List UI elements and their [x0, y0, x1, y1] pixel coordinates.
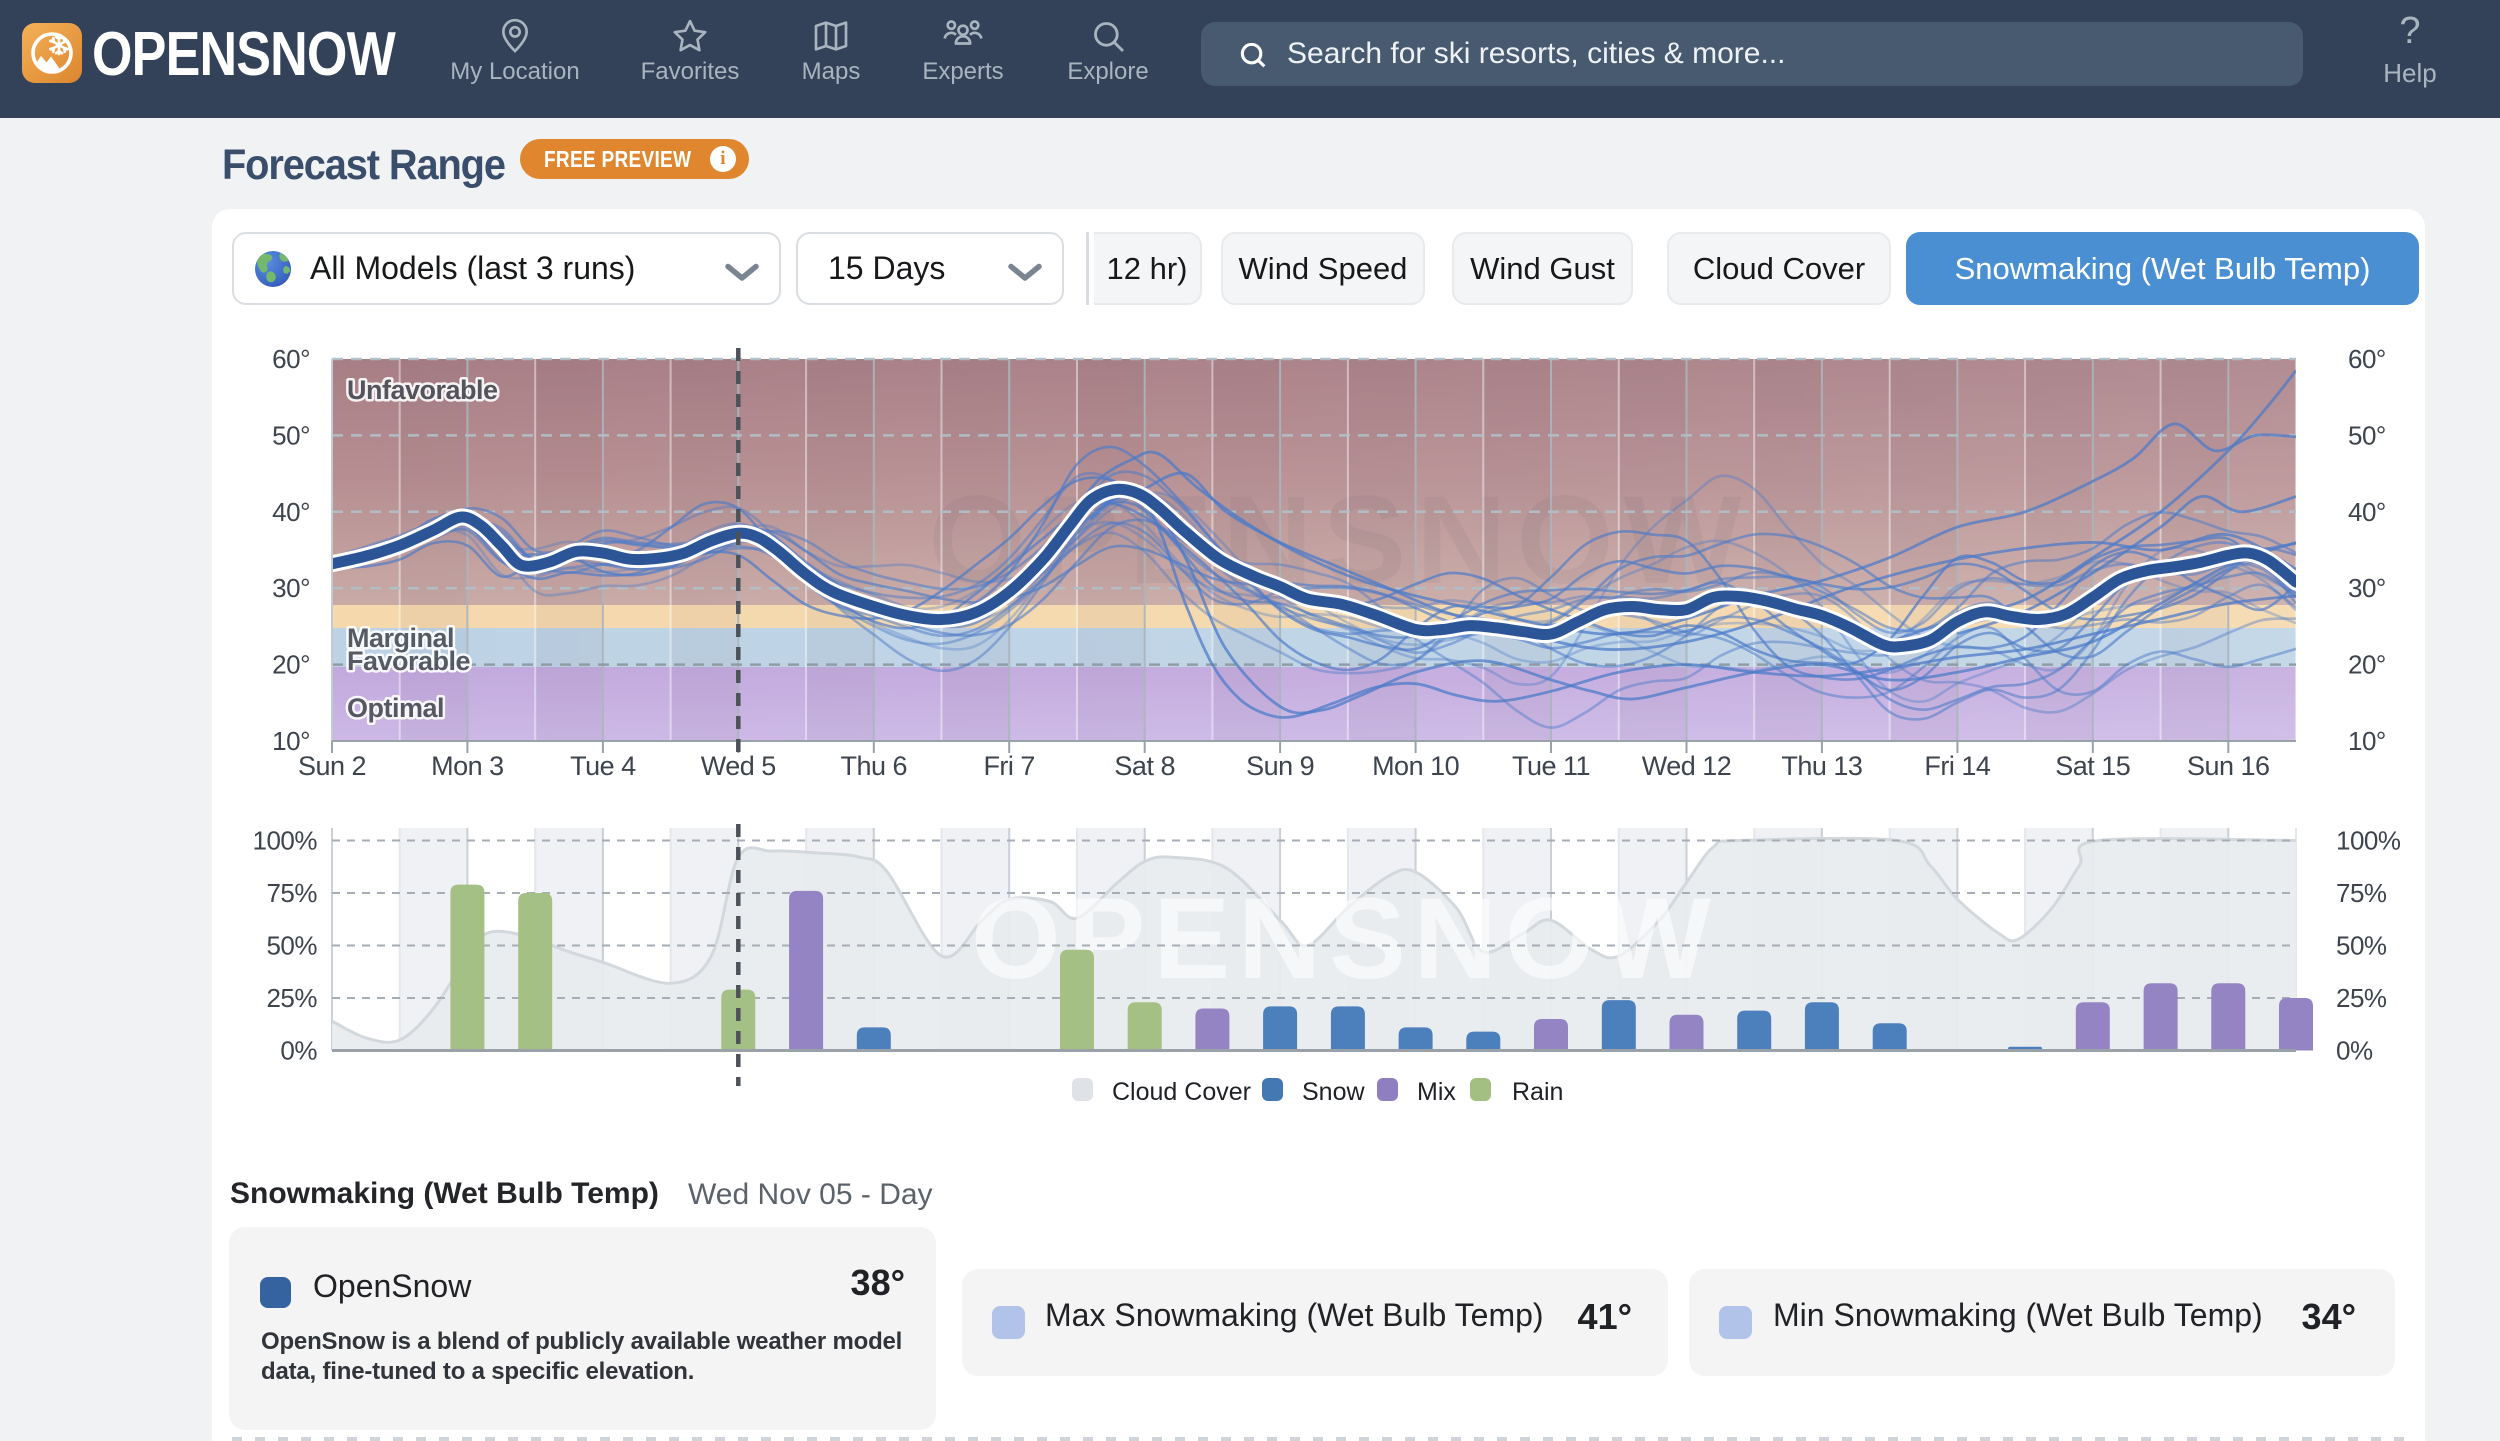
- svg-text:Mon 10: Mon 10: [1372, 751, 1459, 781]
- svg-text:50°: 50°: [2348, 420, 2386, 450]
- svg-text:Snow: Snow: [1302, 1078, 1365, 1106]
- svg-text:Mon 3: Mon 3: [431, 751, 504, 781]
- svg-text:Tue 4: Tue 4: [570, 751, 636, 781]
- svg-text:Mix: Mix: [1417, 1078, 1456, 1106]
- svg-text:Wed 12: Wed 12: [1642, 751, 1732, 781]
- svg-text:20°: 20°: [272, 650, 310, 680]
- svg-text:Sat 8: Sat 8: [1114, 751, 1175, 781]
- svg-text:25%: 25%: [266, 983, 317, 1013]
- svg-text:Sat 15: Sat 15: [2055, 751, 2130, 781]
- svg-text:75%: 75%: [266, 878, 317, 908]
- svg-text:Sun 9: Sun 9: [1246, 751, 1314, 781]
- svg-text:50°: 50°: [272, 420, 310, 450]
- svg-text:25%: 25%: [2336, 983, 2387, 1013]
- svg-text:Unfavorable: Unfavorable: [347, 375, 498, 405]
- svg-text:0%: 0%: [2336, 1036, 2373, 1066]
- svg-text:40°: 40°: [272, 497, 310, 527]
- svg-text:100%: 100%: [2336, 826, 2401, 856]
- svg-text:10°: 10°: [272, 726, 310, 756]
- svg-text:Thu 13: Thu 13: [1781, 751, 1862, 781]
- svg-text:60°: 60°: [2348, 344, 2386, 374]
- svg-text:0%: 0%: [280, 1036, 317, 1066]
- svg-text:Tue 11: Tue 11: [1512, 751, 1590, 781]
- svg-text:100%: 100%: [253, 826, 318, 856]
- svg-text:Thu 6: Thu 6: [841, 751, 908, 781]
- svg-text:Fri 7: Fri 7: [983, 751, 1035, 781]
- svg-text:30°: 30°: [2348, 573, 2386, 603]
- svg-text:50%: 50%: [266, 931, 317, 961]
- svg-text:Sun 16: Sun 16: [2187, 751, 2270, 781]
- svg-text:Rain: Rain: [1512, 1078, 1563, 1106]
- svg-text:40°: 40°: [2348, 497, 2386, 527]
- svg-text:Fri 14: Fri 14: [1924, 751, 1991, 781]
- svg-text:Favorable: Favorable: [347, 646, 471, 676]
- svg-text:10°: 10°: [2348, 726, 2386, 756]
- svg-text:60°: 60°: [272, 344, 310, 374]
- svg-text:50%: 50%: [2336, 931, 2387, 961]
- svg-text:Wed 5: Wed 5: [701, 751, 776, 781]
- svg-text:Cloud Cover: Cloud Cover: [1112, 1078, 1251, 1106]
- svg-text:75%: 75%: [2336, 878, 2387, 908]
- svg-text:30°: 30°: [272, 573, 310, 603]
- svg-text:Optimal: Optimal: [347, 693, 444, 723]
- svg-text:20°: 20°: [2348, 650, 2386, 680]
